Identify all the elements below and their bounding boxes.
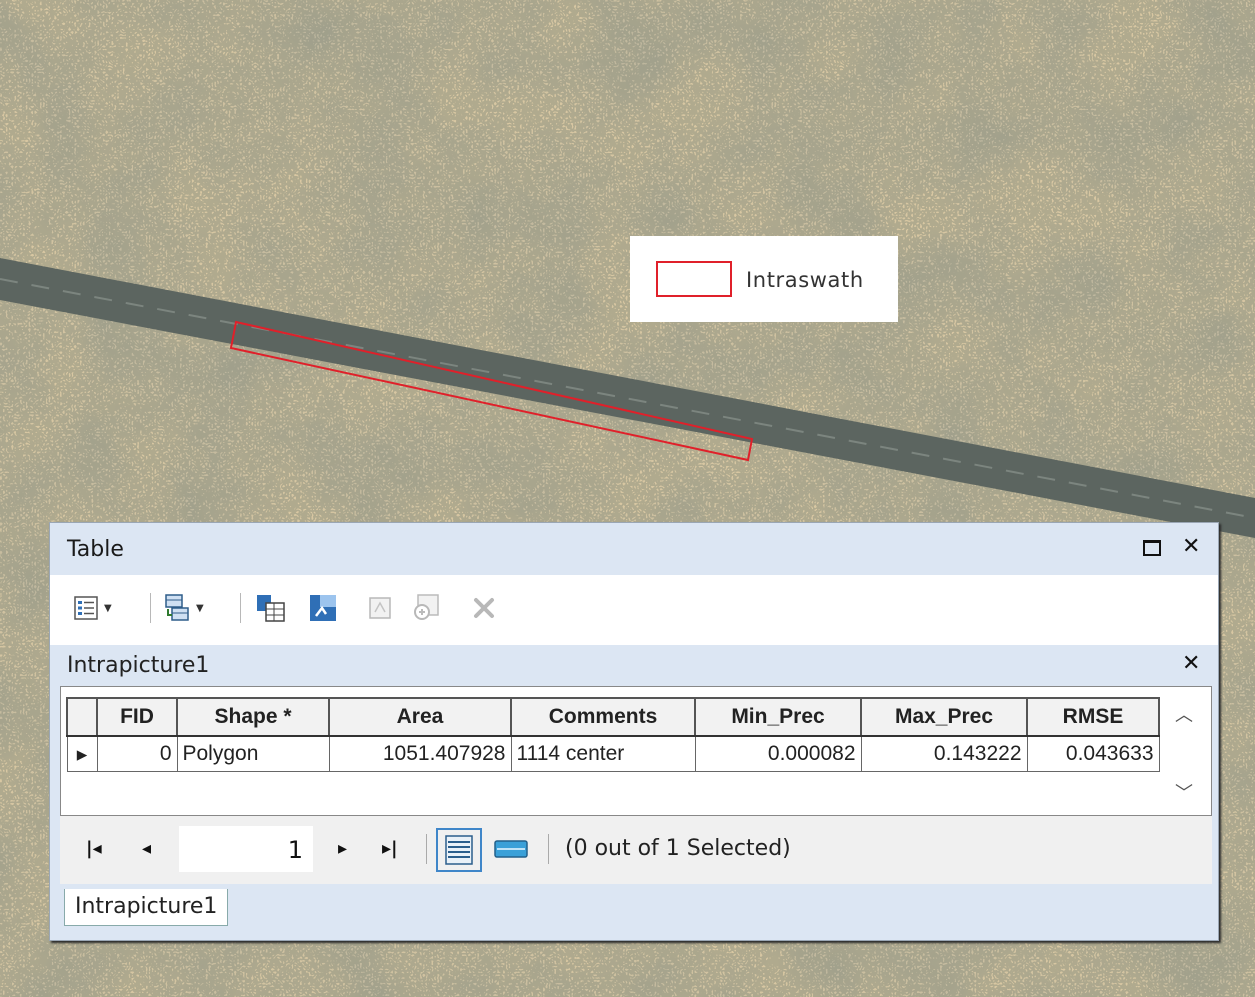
table-tab-header: Intrapicture1 ✕ [50, 645, 1218, 685]
current-record-field[interactable]: 1 [179, 826, 313, 872]
clear-selection-button[interactable] [366, 593, 394, 623]
column-header-max-prec[interactable]: Max_Prec [860, 697, 1028, 737]
column-header-min-prec[interactable]: Min_Prec [694, 697, 862, 737]
zoom-to-selected-icon [414, 594, 439, 620]
nav-divider [548, 834, 549, 864]
legend-label: Intraswath [746, 268, 864, 292]
cell-comments[interactable]: 1114 center [510, 735, 696, 772]
row-selector-header[interactable] [66, 697, 98, 737]
toolbar-divider [150, 593, 151, 623]
table-toolbar: ▼ ▼ [50, 575, 1218, 645]
cell-fid[interactable]: 0 [96, 735, 178, 772]
current-record-value: 1 [287, 836, 303, 864]
delete-selected-button[interactable] [470, 593, 498, 623]
show-selected-records-icon [494, 840, 528, 858]
header-row: FID Shape * Area Comments Min_Prec Max_P… [66, 697, 1160, 737]
window-title-bar[interactable]: Table ✕ [50, 523, 1218, 573]
map-legend: Intraswath [630, 236, 898, 322]
related-tables-button[interactable]: ▼ [162, 593, 204, 623]
switch-selection-icon [310, 595, 336, 621]
window-title: Table [67, 537, 124, 562]
related-tables-icon [165, 594, 189, 621]
cell-min-prec[interactable]: 0.000082 [694, 735, 862, 772]
chevron-down-icon[interactable]: ▼ [196, 603, 204, 614]
toolbar-divider [240, 593, 241, 623]
column-header-fid[interactable]: FID [96, 697, 178, 737]
table-tab-title: Intrapicture1 [67, 653, 210, 678]
attribute-table: FID Shape * Area Comments Min_Prec Max_P… [66, 697, 1160, 772]
show-selected-records-button[interactable] [488, 828, 534, 872]
column-header-rmse[interactable]: RMSE [1026, 697, 1160, 737]
column-header-area[interactable]: Area [328, 697, 512, 737]
chevron-down-icon[interactable]: ▼ [104, 603, 112, 614]
table-window: Table ✕ ▼ ▼ Intrapicture1 ✕ FID Shape * … [49, 522, 1219, 941]
cell-max-prec[interactable]: 0.143222 [860, 735, 1028, 772]
cell-rmse[interactable]: 0.043633 [1026, 735, 1160, 772]
show-all-records-icon [445, 835, 473, 865]
attribute-grid[interactable]: FID Shape * Area Comments Min_Prec Max_P… [60, 686, 1212, 816]
first-record-icon[interactable]: |◂ [86, 838, 102, 859]
selection-count: (0 out of 1 Selected) [565, 836, 791, 861]
tab-intrapicture1[interactable]: Intrapicture1 [64, 889, 229, 926]
cell-shape[interactable]: Polygon [176, 735, 330, 772]
select-by-attributes-button[interactable] [255, 593, 287, 623]
close-table-tab-button[interactable]: ✕ [1182, 651, 1200, 676]
clear-selection-icon [369, 597, 391, 619]
column-header-shape[interactable]: Shape * [176, 697, 330, 737]
row-selector-arrow-icon[interactable]: ▸ [66, 735, 98, 772]
delete-selected-icon [474, 598, 494, 618]
record-navigation-bar: |◂ ◂ 1 ▸ ▸| (0 out of 1 Selected) [60, 816, 1212, 884]
previous-record-icon[interactable]: ◂ [142, 838, 151, 859]
column-header-comments[interactable]: Comments [510, 697, 696, 737]
table-options-icon [74, 596, 98, 620]
zoom-to-selected-button[interactable] [410, 593, 442, 623]
close-window-button[interactable]: ✕ [1182, 535, 1200, 559]
table-tabs-strip: Intrapicture1 [50, 884, 1218, 940]
nav-divider [426, 834, 427, 864]
select-by-attributes-icon [257, 595, 285, 622]
last-record-icon[interactable]: ▸| [382, 838, 398, 859]
table-options-button[interactable]: ▼ [72, 593, 112, 623]
show-all-records-button[interactable] [436, 828, 482, 872]
legend-swatch [656, 261, 732, 297]
scroll-up-icon[interactable]: ︿ [1175, 701, 1193, 727]
switch-selection-button[interactable] [308, 593, 340, 623]
table-row[interactable]: ▸ 0 Polygon 1051.407928 1114 center 0.00… [66, 735, 1160, 772]
scroll-down-icon[interactable]: ﹀ [1175, 779, 1193, 805]
next-record-icon[interactable]: ▸ [338, 838, 347, 859]
maximize-icon[interactable] [1143, 540, 1161, 556]
cell-area[interactable]: 1051.407928 [328, 735, 512, 772]
